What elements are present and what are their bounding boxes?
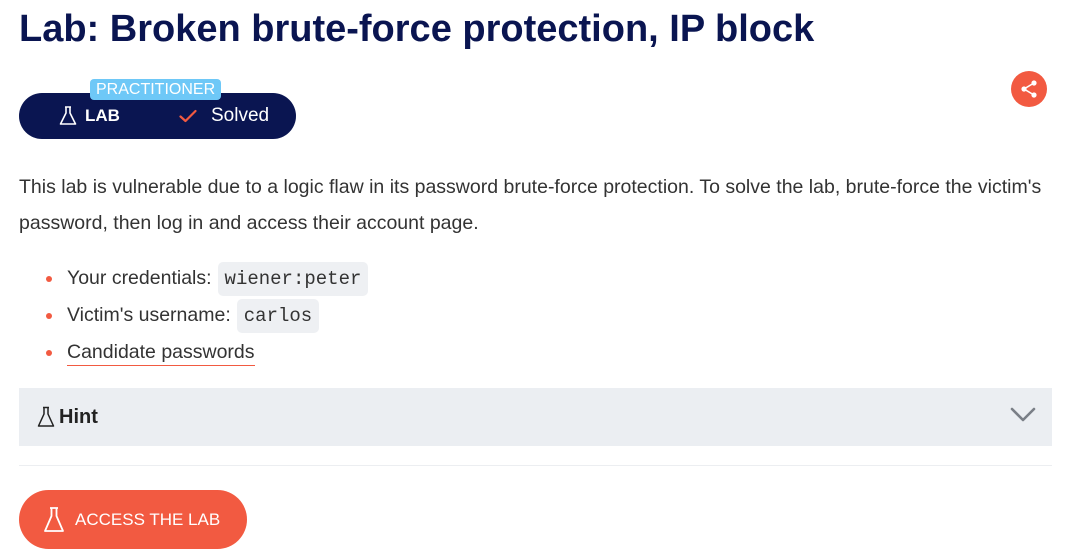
chevron-down-icon[interactable] bbox=[1010, 406, 1036, 424]
access-lab-label: ACCESS THE LAB bbox=[75, 509, 221, 529]
hint-label: Hint bbox=[59, 405, 98, 428]
victim-label: Victim's username: bbox=[67, 304, 231, 326]
list-item-passwords: Candidate passwords bbox=[19, 334, 368, 371]
bullet bbox=[46, 350, 52, 356]
check-icon bbox=[179, 109, 197, 123]
hint-accordion[interactable]: Hint bbox=[19, 388, 1052, 446]
divider bbox=[19, 465, 1052, 466]
list-item-victim: Victim's username: carlos bbox=[19, 297, 368, 334]
share-button[interactable] bbox=[1011, 71, 1047, 107]
list-item-credentials: Your credentials: wiener:peter bbox=[19, 260, 369, 297]
lab-details-list: Your credentials: wiener:peter Victim's … bbox=[19, 260, 369, 371]
victim-value: carlos bbox=[236, 298, 320, 333]
lab-label: LAB bbox=[85, 106, 120, 125]
bullet bbox=[46, 313, 52, 319]
lab-page: Lab: Broken brute-force protection, IP b… bbox=[0, 0, 1083, 560]
flask-icon bbox=[59, 106, 77, 125]
flask-icon bbox=[37, 406, 55, 427]
level-tag: PRACTITIONER bbox=[90, 79, 222, 100]
access-lab-button[interactable]: ACCESS THE LAB bbox=[19, 490, 247, 549]
candidate-passwords-link[interactable]: Candidate passwords bbox=[67, 340, 255, 366]
bullet bbox=[46, 276, 52, 282]
flask-icon bbox=[44, 506, 64, 532]
credentials-label: Your credentials: bbox=[67, 267, 212, 289]
page-title: Lab: Broken brute-force protection, IP b… bbox=[19, 8, 815, 50]
share-icon bbox=[1021, 80, 1037, 98]
solved-label: Solved bbox=[211, 105, 270, 126]
credentials-value: wiener:peter bbox=[217, 261, 369, 296]
lab-description: This lab is vulnerable due to a logic fl… bbox=[19, 176, 1042, 234]
